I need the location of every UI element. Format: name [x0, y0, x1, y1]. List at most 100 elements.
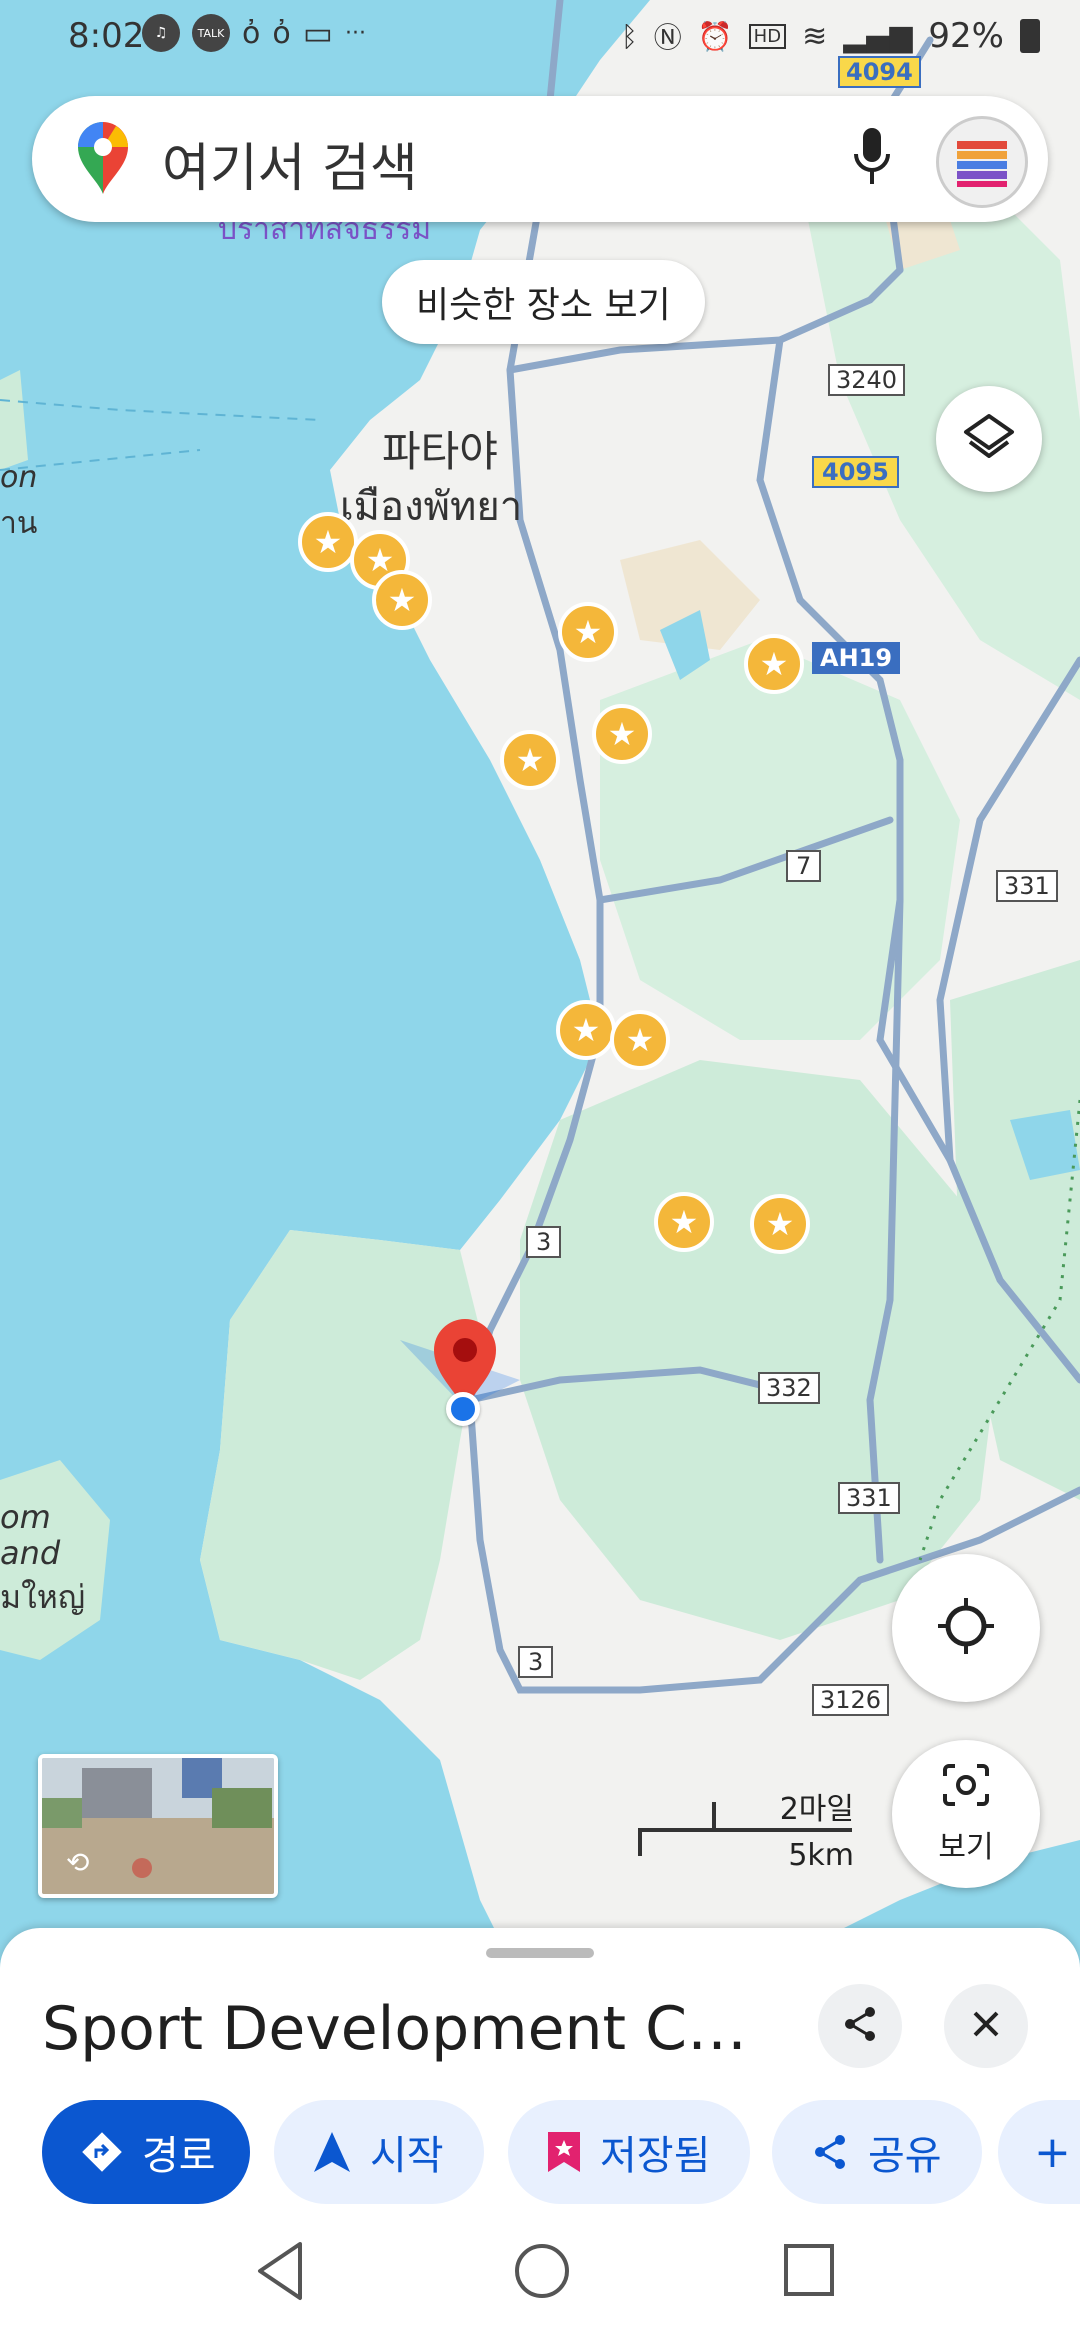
wifi-icon: ≋ — [802, 18, 828, 54]
share-action-button[interactable]: 공유 — [772, 2100, 982, 2204]
home-icon[interactable] — [510, 2236, 574, 2310]
directions-icon — [80, 2130, 124, 2174]
current-location-dot — [446, 1392, 480, 1426]
bluetooth-icon: ᛒ — [620, 19, 638, 53]
similar-places-chip[interactable]: 비슷한 장소 보기 — [382, 260, 705, 344]
share-button[interactable] — [818, 1984, 902, 2068]
saved-place-marker[interactable]: ★ — [592, 704, 652, 764]
map-scale: 2마일 5km — [634, 1784, 854, 1873]
map-edge-label-1: on — [0, 460, 38, 495]
status-time: 8:02 — [68, 16, 145, 56]
scale-miles: 2마일 — [779, 1792, 854, 1827]
saved-button[interactable]: 저장됨 — [508, 2100, 750, 2204]
road-shield: 331 — [996, 870, 1058, 902]
road-shield: AH19 — [812, 642, 901, 674]
bookmark-icon — [546, 2130, 582, 2174]
road-shield: 4095 — [812, 456, 899, 488]
system-icons: ᛒ Ⓝ ⏰ HD ≋ ▂▄▆ 92% — [621, 16, 1040, 56]
back-icon[interactable] — [250, 2236, 310, 2310]
star-icon: ★ — [571, 1011, 601, 1049]
star-icon: ★ — [669, 1203, 699, 1241]
notification-icon: ὀ — [272, 15, 291, 51]
more-notifications: ··· — [344, 20, 366, 46]
layers-icon — [962, 410, 1016, 468]
recents-icon[interactable] — [778, 2236, 838, 2310]
directions-label: 경로 — [142, 2133, 216, 2179]
start-label: 시작 — [370, 2133, 444, 2179]
start-button[interactable]: 시작 — [274, 2100, 484, 2204]
lens-label: 보기 — [938, 1830, 994, 1865]
action-chips: 경로 시작 저장됨 공유 + — [42, 2100, 1080, 2204]
road-shield: 3240 — [828, 364, 906, 396]
road-shield: 3 — [518, 1646, 554, 1678]
scale-tick — [712, 1802, 716, 1830]
star-icon: ★ — [313, 523, 343, 561]
map-edge-label-5: มใหญ่ — [0, 1578, 86, 1616]
star-icon: ★ — [515, 741, 545, 779]
street-view-thumbnail[interactable]: ⟲ — [38, 1754, 278, 1898]
my-location-button[interactable] — [892, 1554, 1040, 1702]
close-button[interactable] — [944, 1984, 1028, 2068]
search-input[interactable]: 여기서 검색 — [162, 126, 418, 201]
road-shield: 3126 — [812, 1684, 890, 1716]
alarm-icon: ⏰ — [697, 19, 733, 53]
map-edge-label-4: and — [0, 1534, 61, 1572]
rotate-360-icon: ⟲ — [66, 1846, 90, 1879]
notification-icons: ♫ TALK ὀ ὀ ▭ ··· — [142, 14, 366, 52]
share-label: 공유 — [868, 2133, 942, 2179]
city-label-korean: 파타야 — [382, 427, 498, 476]
map-edge-label-3: om — [0, 1498, 51, 1536]
road-shield: 7 — [786, 850, 822, 882]
star-icon: ★ — [765, 1205, 795, 1243]
map-edge-label-2: าน — [0, 506, 38, 541]
saved-place-marker[interactable]: ★ — [654, 1192, 714, 1252]
layers-button[interactable] — [936, 386, 1042, 492]
my-location-icon — [934, 1594, 998, 1662]
saved-place-marker[interactable]: ★ — [610, 1010, 670, 1070]
close-icon — [969, 2007, 1003, 2045]
place-title: Sport Development Ce... — [42, 1994, 762, 2064]
saved-place-marker[interactable]: ★ — [298, 512, 358, 572]
saved-place-marker[interactable]: ★ — [750, 1194, 810, 1254]
star-icon: ★ — [625, 1021, 655, 1059]
road-shield: 3 — [526, 1226, 562, 1258]
signal-icon: ▂▄▆ — [843, 18, 913, 54]
saved-place-marker[interactable]: ★ — [372, 570, 432, 630]
saved-place-marker[interactable]: ★ — [558, 602, 618, 662]
music-icon: ♫ — [142, 14, 180, 52]
star-icon: ★ — [387, 581, 417, 619]
saved-label: 저장됨 — [600, 2133, 711, 2179]
search-bar[interactable]: 여기서 검색 — [32, 96, 1048, 222]
system-nav-bar — [0, 2214, 1080, 2340]
scale-km: 5km — [788, 1838, 854, 1873]
city-label-thai: เมืองพัทยา — [340, 484, 523, 530]
directions-button[interactable]: 경로 — [42, 2100, 250, 2204]
scale-tick — [638, 1828, 642, 1856]
message-icon: ▭ — [302, 14, 333, 52]
lens-view-button[interactable]: 보기 — [892, 1740, 1040, 1888]
maps-pin-icon — [76, 122, 130, 200]
road-shield: 332 — [758, 1372, 820, 1404]
sheet-drag-handle[interactable] — [486, 1948, 594, 1958]
star-icon: ★ — [573, 613, 603, 651]
share-icon — [810, 2132, 850, 2172]
battery-icon — [1020, 19, 1040, 53]
saved-place-marker[interactable]: ★ — [500, 730, 560, 790]
avatar[interactable] — [936, 116, 1028, 208]
saved-place-marker[interactable]: ★ — [744, 634, 804, 694]
add-label: + — [1034, 2126, 1071, 2178]
nfc-icon: Ⓝ — [653, 21, 682, 54]
hd-icon: HD — [748, 23, 787, 49]
mic-icon[interactable] — [852, 126, 892, 194]
talk-icon: TALK — [192, 14, 230, 52]
notification-icon: ὀ — [242, 15, 261, 51]
road-shield: 331 — [838, 1482, 900, 1514]
navigation-arrow-icon — [312, 2130, 352, 2174]
star-icon: ★ — [759, 645, 789, 683]
status-bar: 8:02 ♫ TALK ὀ ὀ ▭ ··· ᛒ Ⓝ ⏰ HD ≋ ▂▄▆ 92% — [0, 0, 1080, 78]
battery-percent: 92% — [928, 16, 1004, 56]
camera-lens-icon — [941, 1762, 991, 1816]
saved-place-marker[interactable]: ★ — [556, 1000, 616, 1060]
star-icon: ★ — [607, 715, 637, 753]
more-actions-button[interactable]: + — [998, 2100, 1080, 2204]
